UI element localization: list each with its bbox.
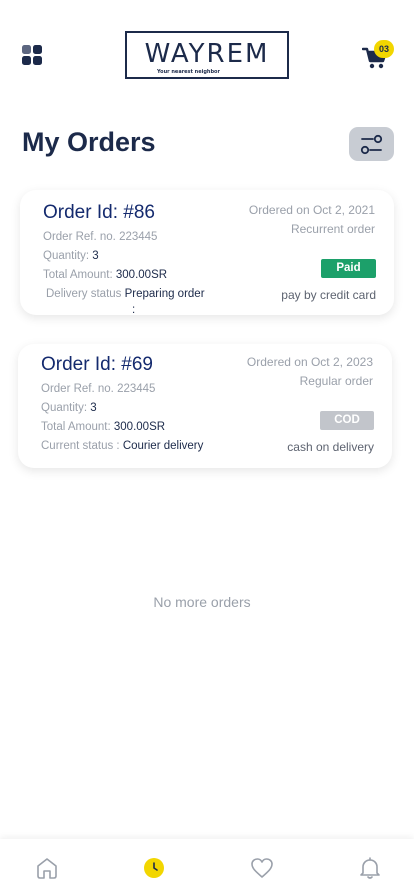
amount-label: Total Amount: xyxy=(43,269,113,281)
logo-tagline: Your nearest neighbor xyxy=(157,69,220,75)
ordered-on: Ordered on Oct 2, 2021 xyxy=(248,203,375,217)
order-type: Recurrent order xyxy=(290,222,375,236)
payment-method: cash on delivery xyxy=(287,440,374,454)
page-title: My Orders xyxy=(22,127,156,157)
payment-status-badge: COD xyxy=(320,411,374,430)
order-id: Order Id: #86 xyxy=(43,202,155,223)
ordered-on: Ordered on Oct 2, 2023 xyxy=(246,355,373,369)
order-amount: Total Amount: 300.00SR xyxy=(43,269,167,281)
order-amount: Total Amount: 300.00SR xyxy=(41,421,165,433)
filter-button[interactable] xyxy=(349,127,394,161)
menu-grid-icon[interactable] xyxy=(22,45,42,65)
bottom-navigation xyxy=(0,839,414,896)
quantity-label: Quantity: xyxy=(41,402,88,414)
order-ref-label: Order Ref. no. xyxy=(41,383,114,395)
orders-clock-icon[interactable] xyxy=(141,855,167,881)
home-icon[interactable] xyxy=(34,855,60,881)
order-card[interactable]: Order Id: #69 Order Ref. no. 223445 Quan… xyxy=(18,344,392,468)
current-status: Current status : Courier delivery xyxy=(41,440,203,452)
payment-method: pay by credit card xyxy=(281,288,376,302)
cart-count-badge: 03 xyxy=(374,40,394,58)
delivery-status: Delivery status Preparing order xyxy=(46,288,205,300)
status-value: Preparing order xyxy=(124,288,205,300)
order-card[interactable]: Order Id: #86 Order Ref. no. 223445 Quan… xyxy=(20,190,394,316)
order-type: Regular order xyxy=(299,374,373,388)
wayrem-logo: WAYREM Your nearest neighbor xyxy=(125,31,289,79)
quantity-label: Quantity: xyxy=(43,250,90,262)
order-ref: Order Ref. no. 223445 xyxy=(41,383,155,395)
logo-text: WAYREM xyxy=(144,39,270,69)
status-value: Courier delivery xyxy=(122,440,204,452)
list-end-message: No more orders xyxy=(153,594,251,610)
order-id: Order Id: #69 xyxy=(41,354,153,375)
order-quantity: Quantity: 3 xyxy=(43,250,99,262)
order-ref-value: 223445 xyxy=(119,231,158,243)
bell-icon[interactable] xyxy=(357,855,383,881)
order-ref-label: Order Ref. no. xyxy=(43,231,116,243)
order-ref-value: 223445 xyxy=(117,383,156,395)
status-label: Current status : xyxy=(41,440,120,452)
heart-icon[interactable] xyxy=(249,855,275,881)
filter-sliders-icon xyxy=(360,134,383,155)
status-colon: : xyxy=(132,304,136,316)
amount-value: 300.00SR xyxy=(113,421,166,433)
order-ref: Order Ref. no. 223445 xyxy=(43,231,157,243)
quantity-value: 3 xyxy=(92,250,99,262)
status-label: Delivery status xyxy=(46,288,122,300)
amount-label: Total Amount: xyxy=(41,421,111,433)
amount-value: 300.00SR xyxy=(115,269,168,281)
order-quantity: Quantity: 3 xyxy=(41,402,97,414)
quantity-value: 3 xyxy=(90,402,97,414)
app-header: WAYREM Your nearest neighbor 03 xyxy=(0,0,414,110)
payment-status-badge: Paid xyxy=(321,259,376,278)
